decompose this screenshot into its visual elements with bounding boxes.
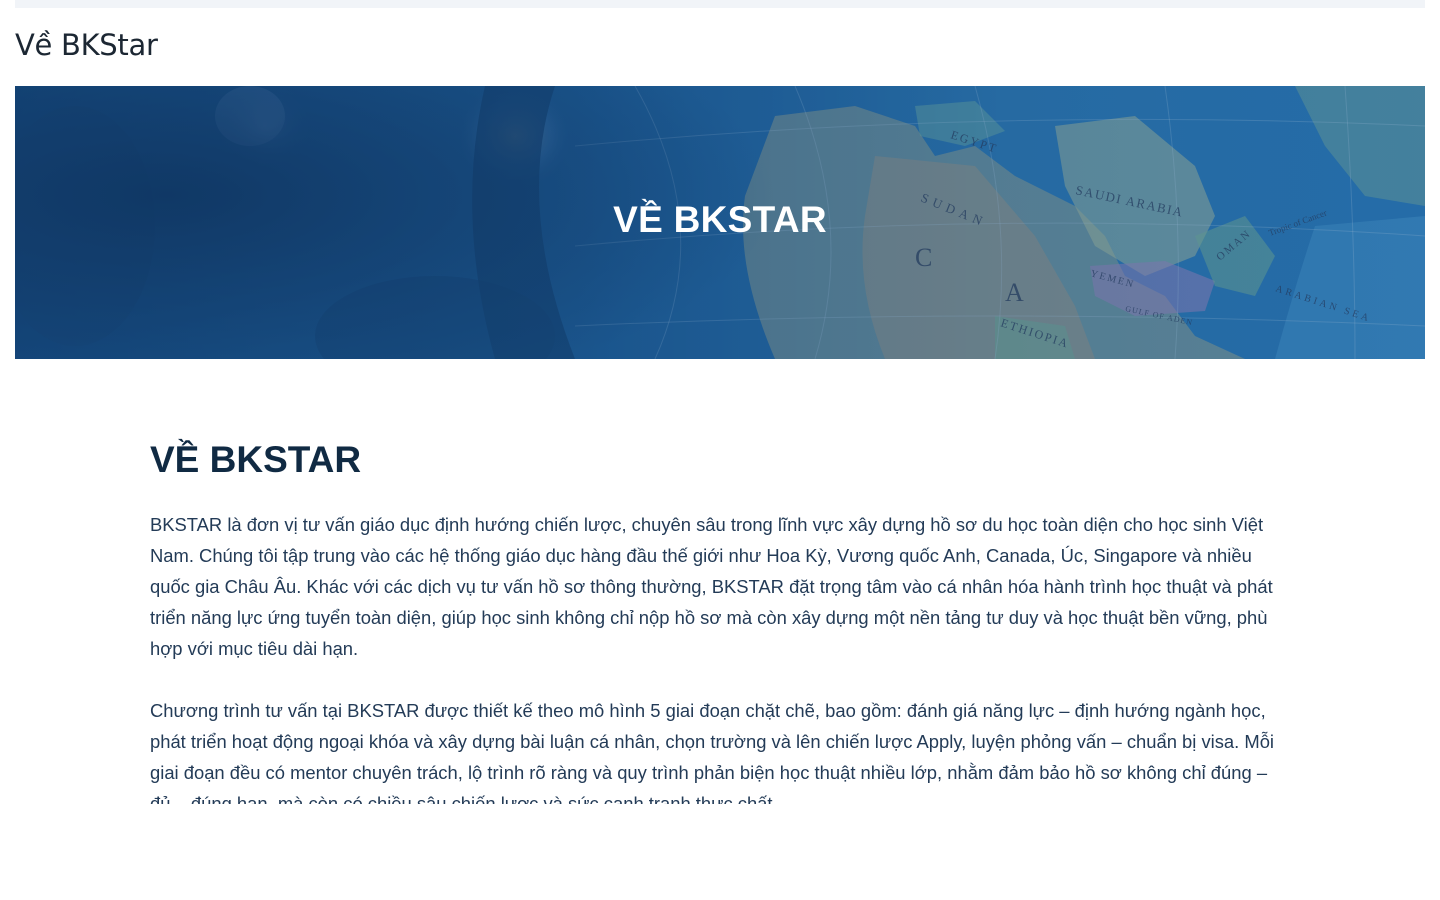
top-strip: [15, 0, 1425, 8]
about-paragraph-1: BKSTAR là đơn vị tư vấn giáo dục định hư…: [150, 514, 1273, 659]
about-section: VỀ BKSTAR BKSTAR là đơn vị tư vấn giáo d…: [150, 438, 1290, 804]
hero-title: VỀ BKSTAR: [613, 198, 827, 240]
page-title: Về BKStar: [15, 28, 158, 62]
section-heading: VỀ BKSTAR: [150, 439, 362, 480]
hero-banner: EGYPT SUDAN SAUDI ARABIA ETHIOPIA OMAN A…: [15, 86, 1425, 359]
about-paragraph-2: Chương trình tư vấn tại BKSTAR được thiế…: [150, 700, 1275, 804]
